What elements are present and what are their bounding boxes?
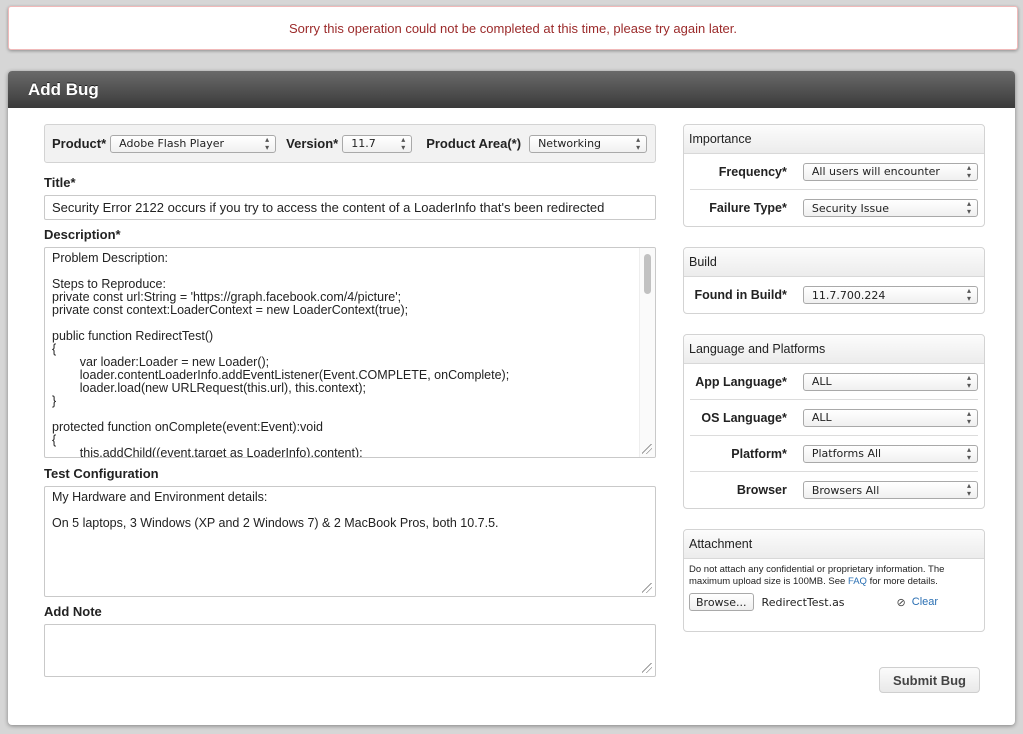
description-label: Description* — [44, 227, 121, 242]
os-language-select[interactable]: ALL ▴ ▾ — [802, 408, 978, 427]
product-select[interactable]: Adobe Flash Player ▴ ▾ — [110, 134, 277, 153]
found-in-build-label: Found in Build* — [694, 288, 787, 302]
attached-filename: RedirectTest.as — [761, 595, 845, 609]
text-line: My Hardware and Environment details: — [52, 490, 268, 504]
version-select-value: 11.7 — [351, 137, 376, 150]
text-line: public function RedirectTest() — [52, 329, 214, 343]
attachment-note-text-end: for more details. — [866, 576, 938, 587]
found-in-build-select[interactable]: 11.7.700.224 ▴ ▾ — [802, 286, 978, 304]
error-message: Sorry this operation could not be comple… — [288, 20, 738, 36]
side-panel: Importance Frequency* All users will enc… — [683, 124, 985, 652]
browser-select[interactable]: Browsers All ▴ ▾ — [802, 481, 978, 499]
text-line: } — [52, 394, 57, 408]
browse-button[interactable]: Browse... — [689, 593, 754, 611]
attachment-title: Attachment — [684, 530, 984, 559]
select-arrows-icon: ▴ ▾ — [966, 162, 971, 180]
failure-type-select[interactable]: Security Issue ▴ ▾ — [802, 199, 978, 217]
os-language-value: ALL — [811, 411, 832, 424]
language-platforms-title: Language and Platforms — [684, 335, 984, 364]
os-language-label: OS Language* — [701, 410, 787, 425]
resize-grip-icon[interactable] — [642, 663, 652, 673]
frequency-value: All users will encounter — [811, 165, 940, 178]
version-select[interactable]: 11.7 ▴ ▾ — [342, 134, 413, 153]
build-box: Build Found in Build* 11.7.700.224 ▴ ▾ — [683, 247, 985, 314]
select-arrows-icon: ▴ ▾ — [966, 286, 971, 303]
product-select-value: Adobe Flash Player — [119, 137, 225, 150]
select-arrows-icon: ▴ ▾ — [265, 134, 270, 152]
platform-value: Platforms All — [811, 447, 882, 460]
faq-link[interactable]: FAQ — [848, 576, 867, 587]
app-language-label: App Language* — [695, 374, 787, 389]
text-line: On 5 laptops, 3 Windows (XP and 2 Window… — [52, 516, 499, 530]
attachment-note: Do not attach any confidential or propri… — [684, 559, 984, 588]
importance-title: Importance — [684, 125, 984, 154]
main-form: Product* Adobe Flash Player ▴ ▾ Version* … — [44, 124, 656, 677]
text-line: this.addChild((event.target as LoaderInf… — [52, 446, 363, 458]
importance-box: Importance Frequency* All users will enc… — [683, 124, 985, 227]
description-scrollbar[interactable] — [639, 248, 655, 457]
resize-grip-icon[interactable] — [642, 444, 652, 454]
failure-type-value: Security Issue — [811, 201, 889, 215]
resize-grip-icon[interactable] — [642, 583, 652, 593]
error-alert: Sorry this operation could not be comple… — [8, 6, 1018, 50]
submit-bug-button[interactable]: Submit Bug — [879, 667, 980, 693]
text-line: loader.load(new URLRequest(this.url), th… — [52, 381, 367, 395]
select-arrows-icon: ▴ ▾ — [401, 134, 406, 152]
title-input[interactable]: Security Error 2122 occurs if you try to… — [44, 195, 656, 220]
test-config-label: Test Configuration — [44, 466, 159, 481]
clear-attachment-button[interactable]: ⊘ Clear — [897, 596, 939, 609]
version-label: Version* — [286, 136, 339, 151]
scrollbar-thumb[interactable] — [644, 254, 651, 294]
build-title: Build — [684, 248, 984, 277]
select-arrows-icon: ▴ ▾ — [966, 481, 971, 498]
panel-header: Add Bug — [8, 71, 1015, 108]
product-area-select-value: Networking — [538, 137, 602, 150]
found-in-build-value: 11.7.700.224 — [811, 288, 886, 302]
platform-row: Platform* Platforms All ▴ ▾ — [690, 436, 978, 472]
product-bar: Product* Adobe Flash Player ▴ ▾ Version* … — [44, 124, 656, 163]
browser-value: Browsers All — [811, 483, 880, 497]
app-language-row: App Language* ALL ▴ ▾ — [690, 364, 978, 400]
platform-label: Platform* — [731, 446, 787, 461]
app-language-value: ALL — [811, 375, 832, 388]
frequency-label: Frequency* — [718, 164, 787, 179]
add-note-textarea[interactable] — [44, 624, 656, 677]
platform-select[interactable]: Platforms All ▴ ▾ — [802, 444, 978, 463]
select-arrows-icon: ▴ ▾ — [966, 372, 971, 390]
failure-type-row: Failure Type* Security Issue ▴ ▾ — [690, 190, 978, 226]
os-language-row: OS Language* ALL ▴ ▾ — [690, 400, 978, 436]
failure-type-label: Failure Type* — [709, 201, 787, 215]
product-label: Product* — [52, 136, 107, 151]
clear-label: Clear — [911, 596, 939, 608]
text-line: Problem Description: — [52, 251, 169, 265]
select-arrows-icon: ▴ ▾ — [966, 199, 971, 216]
description-textarea[interactable]: Problem Description: Steps to Reproduce: p… — [44, 247, 656, 458]
add-bug-panel: Add Bug Product* Adobe Flash Player ▴ ▾ V… — [8, 71, 1015, 725]
select-arrows-icon: ▴ ▾ — [636, 134, 641, 152]
text-line: private const context:LoaderContext = ne… — [52, 303, 409, 317]
title-label: Title* — [44, 175, 76, 190]
text-line: protected function onComplete(event:Even… — [52, 420, 323, 434]
attachment-box: Attachment Do not attach any confidentia… — [683, 529, 985, 632]
test-config-textarea[interactable]: My Hardware and Environment details: On 5… — [44, 486, 656, 597]
frequency-select[interactable]: All users will encounter ▴ ▾ — [802, 162, 978, 181]
select-arrows-icon: ▴ ▾ — [966, 408, 971, 426]
app-language-select[interactable]: ALL ▴ ▾ — [802, 372, 978, 391]
product-area-label: Product Area(*) — [426, 136, 522, 151]
browser-row: Browser Browsers All ▴ ▾ — [690, 472, 978, 508]
page-title: Add Bug — [28, 79, 99, 99]
select-arrows-icon: ▴ ▾ — [966, 444, 971, 462]
browser-label: Browser — [736, 483, 787, 497]
clear-icon: ⊘ — [896, 596, 906, 609]
product-area-select[interactable]: Networking ▴ ▾ — [529, 134, 648, 153]
frequency-row: Frequency* All users will encounter ▴ ▾ — [690, 154, 978, 190]
found-in-build-row: Found in Build* 11.7.700.224 ▴ ▾ — [690, 277, 978, 313]
language-platforms-box: Language and Platforms App Language* ALL… — [683, 334, 985, 509]
add-note-label: Add Note — [44, 604, 102, 619]
attachment-row: Browse... RedirectTest.as ⊘ Clear — [684, 588, 984, 631]
